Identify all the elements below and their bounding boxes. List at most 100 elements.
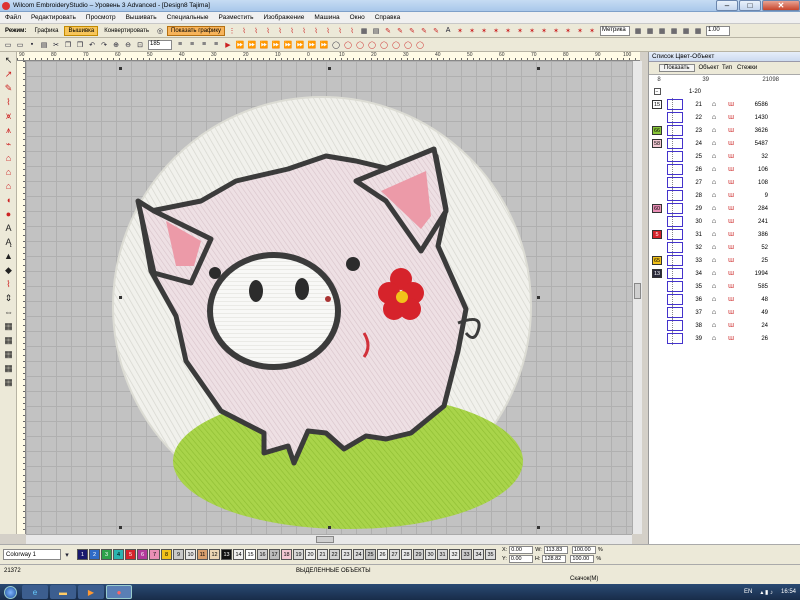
color-swatch[interactable]: 20 (305, 549, 316, 560)
color-swatch[interactable]: 8 (161, 549, 172, 560)
menu-window[interactable]: Окно (345, 14, 370, 21)
object-thumbnail[interactable] (667, 242, 683, 253)
w-input[interactable]: 113.83 (543, 546, 568, 554)
selection-handle[interactable] (537, 296, 540, 299)
color-swatch[interactable]: 3 (101, 549, 112, 560)
pen-tool-2-icon[interactable]: ✎ (395, 26, 405, 36)
pen-tool-4-icon[interactable]: ✎ (419, 26, 429, 36)
copy-icon[interactable]: ❐ (63, 40, 73, 50)
fill-tool-icon[interactable]: ▦ (359, 26, 369, 36)
menu-special[interactable]: Специальные (162, 14, 214, 21)
stitch-tool-3-icon[interactable]: ⌇ (251, 26, 261, 36)
menu-edit[interactable]: Редактировать (26, 14, 81, 21)
effects-7-icon[interactable]: ✶ (527, 26, 537, 36)
color-swatch[interactable]: 11 (197, 549, 208, 560)
stitch-tool-2-icon[interactable]: ⌇ (239, 26, 249, 36)
save-icon[interactable]: ▪ (27, 40, 37, 50)
grid-6-icon[interactable]: ▦ (693, 26, 703, 36)
menu-help[interactable]: Справка (370, 14, 406, 21)
color-swatch[interactable]: 26 (377, 549, 388, 560)
outline-icon[interactable]: ⌂ (2, 166, 15, 178)
paste-icon[interactable]: ❒ (75, 40, 85, 50)
color-swatch[interactable]: 31 (437, 549, 448, 560)
object-row[interactable]: 58 24 ⌂ ɯ 5487 (649, 137, 800, 150)
taskbar-media-icon[interactable]: ▶ (78, 585, 104, 599)
object-thumbnail[interactable] (667, 164, 683, 175)
object-thumbnail[interactable] (667, 112, 683, 123)
color-swatch[interactable]: 2 (89, 549, 100, 560)
collapse-icon[interactable]: − (653, 88, 661, 95)
lettering-tool-icon[interactable]: A (2, 222, 15, 234)
effects-6-icon[interactable]: ✶ (515, 26, 525, 36)
horizontal-scrollbar[interactable] (26, 534, 632, 544)
color-swatch[interactable]: 1 (77, 549, 88, 560)
hoop-6-icon[interactable]: ◯ (391, 40, 401, 50)
object-thumbnail[interactable] (667, 294, 683, 305)
open-file-icon[interactable]: ▭ (15, 40, 25, 50)
grid-2-icon[interactable]: ▦ (645, 26, 655, 36)
object-thumbnail[interactable] (667, 177, 683, 188)
taskbar-wilcom-icon[interactable]: ● (106, 585, 132, 599)
object-row[interactable]: 35 ⌂ ɯ 585 (649, 280, 800, 293)
scale-h-input[interactable]: 100.00 (570, 555, 595, 563)
object-thumbnail[interactable] (667, 190, 683, 201)
fill-icon[interactable]: ⌂ (2, 152, 15, 164)
show-graphics-button[interactable]: Показать графику (167, 25, 226, 36)
object-thumbnail[interactable] (667, 216, 683, 227)
embroidery-mode-button[interactable]: Вышивка (64, 25, 99, 36)
grid-icon[interactable]: ▦ (633, 26, 643, 36)
effects-3-icon[interactable]: ✶ (479, 26, 489, 36)
hoop-2-icon[interactable]: ◯ (343, 40, 353, 50)
pig-snout[interactable] (207, 252, 341, 370)
color-swatch[interactable]: 18 (281, 549, 292, 560)
travel-2-icon[interactable]: ⏩ (247, 40, 257, 50)
stitch-tool-8-icon[interactable]: ⌇ (311, 26, 321, 36)
run-stitch-icon[interactable]: ⌇ (2, 96, 15, 108)
design-canvas[interactable] (26, 61, 632, 534)
color-swatch[interactable]: 30 (425, 549, 436, 560)
align-4-icon[interactable]: ≡ (211, 40, 221, 50)
travel-3-icon[interactable]: ⏩ (259, 40, 269, 50)
effects-11-icon[interactable]: ✶ (575, 26, 585, 36)
pen-tool-icon[interactable]: ✎ (383, 26, 393, 36)
monogram-icon[interactable]: Ą (2, 236, 15, 248)
object-row[interactable]: 39 ⌂ ɯ 26 (649, 332, 800, 345)
object-row[interactable]: 65 33 ⌂ ɯ 25 (649, 254, 800, 267)
color-swatch[interactable]: 34 (473, 549, 484, 560)
tatami-icon[interactable]: ⩚ (2, 124, 15, 136)
object-thumbnail[interactable] (667, 307, 683, 318)
grid-5-icon[interactable]: ▦ (681, 26, 691, 36)
col-header-stitches[interactable]: Стежки (737, 65, 757, 71)
lettering-icon[interactable]: A (443, 26, 453, 36)
object-row[interactable]: 60 29 ⌂ ɯ 284 (649, 202, 800, 215)
stitch-tool-9-icon[interactable]: ⌇ (323, 26, 333, 36)
selection-handle[interactable] (119, 526, 122, 529)
stitch-tool-11-icon[interactable]: ⌇ (347, 26, 357, 36)
object-list[interactable]: 8 39 21098 − 1-20 15 21 ⌂ ɯ 6586 22 ⌂ ɯ … (649, 74, 800, 544)
menu-arrange[interactable]: Разместить (214, 14, 259, 21)
color-swatch[interactable]: 13 (221, 549, 232, 560)
effects-8-icon[interactable]: ✶ (539, 26, 549, 36)
travel-8-icon[interactable]: ⏩ (319, 40, 329, 50)
object-row[interactable]: 36 ⌂ ɯ 48 (649, 293, 800, 306)
menu-view[interactable]: Просмотр (81, 14, 121, 21)
align-icon[interactable]: ≡ (175, 40, 185, 50)
measure-icon[interactable]: ⇕ (2, 292, 15, 304)
print-icon[interactable]: ▤ (39, 40, 49, 50)
graphics-mode-button[interactable]: Графика (31, 26, 63, 36)
object-row[interactable]: 30 ⌂ ɯ 241 (649, 215, 800, 228)
pencil-icon[interactable]: ✎ (2, 82, 15, 94)
color-swatch[interactable]: 5 (125, 549, 136, 560)
effects-9-icon[interactable]: ✶ (551, 26, 561, 36)
stitch-player-icon[interactable]: ▶ (223, 40, 233, 50)
zoom-fit-icon[interactable]: ⊡ (135, 40, 145, 50)
scale-w-input[interactable]: 100.00 (571, 546, 596, 554)
object-row[interactable]: 22 ⌂ ɯ 1430 (649, 111, 800, 124)
embroidery-design[interactable] (26, 61, 632, 534)
zoom-input[interactable]: 185 (148, 39, 172, 50)
language-indicator[interactable]: EN (744, 589, 752, 595)
travel-4-icon[interactable]: ⏩ (271, 40, 281, 50)
object-row[interactable]: 38 ⌂ ɯ 24 (649, 319, 800, 332)
applique-icon[interactable]: ▲ (2, 250, 15, 262)
color-swatch[interactable]: 12 (209, 549, 220, 560)
